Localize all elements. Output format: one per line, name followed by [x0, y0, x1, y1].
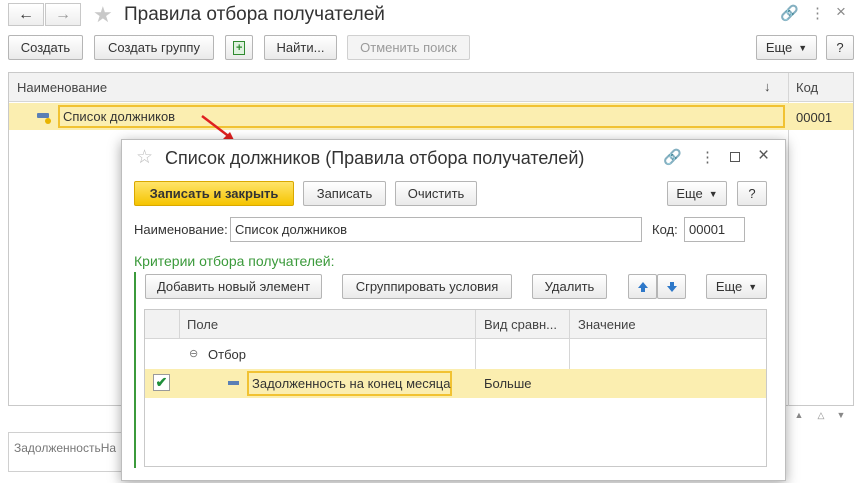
- criteria-group-bar: [134, 272, 136, 468]
- formula-field[interactable]: ЗадолженностьНа: [8, 432, 128, 472]
- column-header-comparison[interactable]: Вид сравн...: [484, 317, 557, 332]
- clear-button[interactable]: Очистить: [395, 181, 477, 206]
- arrow-up-icon: [637, 281, 648, 292]
- name-label: Наименование:: [134, 222, 228, 237]
- field-icon: [228, 381, 239, 385]
- column-header-name[interactable]: Наименование: [17, 80, 107, 95]
- add-element-button[interactable]: Добавить новый элемент: [145, 274, 322, 299]
- dialog-help-button[interactable]: ?: [737, 181, 767, 206]
- delete-button[interactable]: Удалить: [532, 274, 607, 299]
- column-header-field[interactable]: Поле: [187, 317, 218, 332]
- add-copy-button[interactable]: +: [225, 35, 253, 60]
- item-dot-icon: [45, 118, 51, 124]
- chevron-down-icon: ▼: [798, 42, 808, 53]
- more-label: Еще: [676, 186, 703, 201]
- back-button[interactable]: ←: [8, 3, 44, 26]
- chevron-down-icon: ▼: [748, 281, 758, 292]
- close-icon[interactable]: ×: [758, 145, 769, 167]
- row-name-cell[interactable]: Список должников: [58, 105, 785, 128]
- create-button[interactable]: Создать: [8, 35, 83, 60]
- checkmark-icon: ✔: [155, 374, 168, 390]
- close-icon[interactable]: ×: [836, 2, 846, 22]
- kebab-menu-icon[interactable]: ⋮: [700, 148, 715, 166]
- collapse-icon[interactable]: ⊖: [189, 347, 198, 360]
- create-group-button[interactable]: Создать группу: [94, 35, 214, 60]
- link-icon[interactable]: 🔗: [780, 4, 799, 22]
- condition-field-cell[interactable]: Задолженность на конец месяца: [247, 371, 452, 396]
- condition-comparison-cell[interactable]: Больше: [484, 376, 532, 391]
- forward-button[interactable]: →: [45, 3, 81, 26]
- scroll-top-icon[interactable]: ▲: [790, 407, 808, 423]
- favorite-star-icon[interactable]: ★: [93, 2, 113, 28]
- code-label: Код:: [652, 222, 678, 237]
- row-code-cell: 00001: [796, 110, 833, 125]
- arrow-down-icon: [666, 281, 677, 292]
- chevron-down-icon: ▼: [708, 188, 718, 199]
- move-down-button[interactable]: [657, 274, 686, 299]
- move-up-button[interactable]: [628, 274, 657, 299]
- cancel-search-button[interactable]: Отменить поиск: [347, 35, 470, 60]
- column-header-value[interactable]: Значение: [578, 317, 636, 332]
- save-button[interactable]: Записать: [303, 181, 386, 206]
- name-field[interactable]: Список должников: [230, 217, 642, 242]
- dialog-title: Список должников (Правила отбора получат…: [165, 148, 585, 168]
- document-plus-icon: +: [233, 40, 245, 55]
- maximize-icon[interactable]: [730, 152, 740, 162]
- arrow-right-icon: →: [55, 5, 71, 23]
- column-header-code[interactable]: Код: [796, 80, 818, 95]
- criteria-more-button[interactable]: Еще ▼: [706, 274, 767, 299]
- condition-checkbox[interactable]: ✔: [153, 374, 170, 391]
- help-button[interactable]: ?: [826, 35, 854, 60]
- group-conditions-button[interactable]: Сгруппировать условия: [342, 274, 512, 299]
- scroll-down-icon[interactable]: ▼: [832, 407, 850, 423]
- kebab-menu-icon[interactable]: ⋮: [810, 4, 825, 22]
- scroll-up-icon[interactable]: △: [812, 407, 830, 423]
- dialog-more-button[interactable]: Еще ▼: [667, 181, 727, 206]
- find-button[interactable]: Найти...: [264, 35, 337, 60]
- favorite-star-icon[interactable]: ☆: [136, 146, 153, 169]
- page-title: Правила отбора получателей: [124, 4, 385, 25]
- more-label: Еще: [715, 279, 743, 294]
- list-header: [9, 73, 853, 102]
- more-label: Еще: [765, 40, 793, 55]
- code-field[interactable]: 00001: [684, 217, 745, 242]
- column-divider: [179, 310, 180, 339]
- sort-arrow-icon: ↓: [764, 79, 771, 94]
- more-button[interactable]: Еще ▼: [756, 35, 817, 60]
- save-and-close-button[interactable]: Записать и закрыть: [134, 181, 294, 206]
- criteria-heading: Критерии отбора получателей:: [134, 253, 335, 269]
- criteria-table-header: [145, 310, 766, 339]
- link-icon[interactable]: 🔗: [663, 148, 682, 166]
- arrow-left-icon: ←: [18, 5, 34, 23]
- filter-group-label: Отбор: [208, 347, 246, 362]
